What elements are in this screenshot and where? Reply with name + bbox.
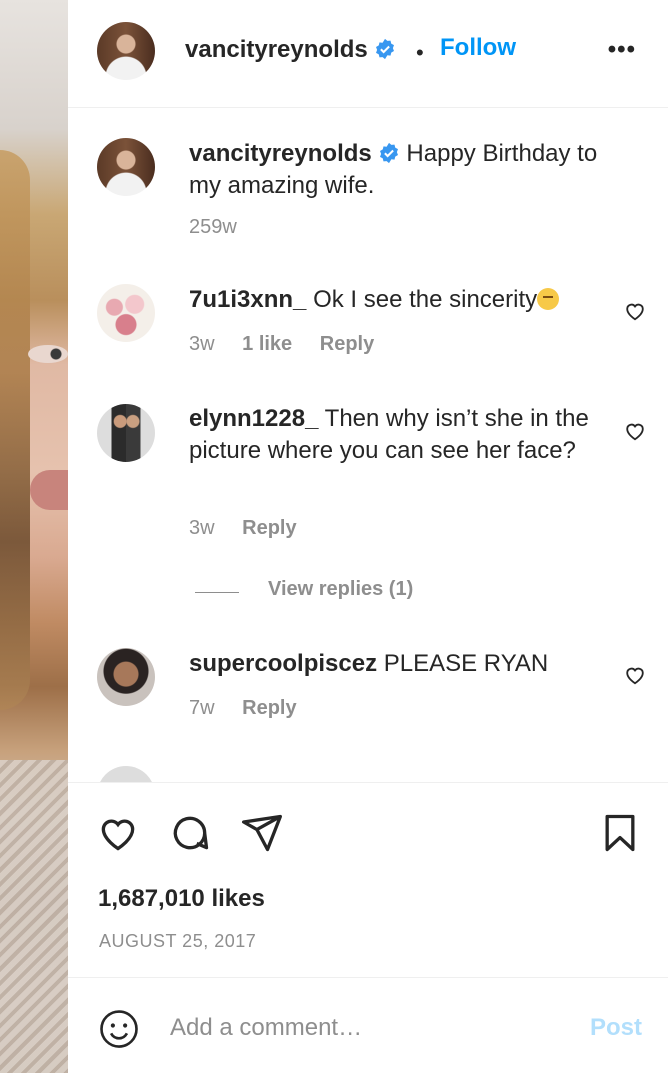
comment-text: elynn1228_ Then why isn’t she in the pic… — [189, 403, 609, 467]
header-separator: • — [416, 40, 424, 65]
post-image[interactable] — [0, 0, 68, 1073]
comment-input[interactable] — [170, 1008, 570, 1048]
post-date[interactable]: AUGUST 25, 2017 — [99, 931, 256, 952]
author-avatar[interactable] — [97, 22, 155, 80]
comment-time[interactable]: 3w — [189, 333, 215, 355]
comment-avatar[interactable] — [97, 766, 155, 782]
comment-username[interactable]: 7u1i3xnn_ — [189, 286, 306, 313]
comment-time[interactable]: 3w — [189, 517, 215, 539]
image-hair — [0, 150, 30, 710]
share-icon[interactable] — [240, 811, 284, 855]
comment-body: PLEASE RYAN — [383, 650, 549, 677]
comment-text: supercoolpiscez PLEASE RYAN — [189, 648, 609, 680]
comment-reply-button[interactable]: Reply — [242, 517, 296, 539]
comment-meta: 3w Reply — [189, 517, 319, 540]
emoji-icon[interactable] — [98, 1008, 140, 1050]
bookmark-icon[interactable] — [598, 811, 642, 855]
caption-text: vancityreynolds Happy Birthday to my ama… — [189, 138, 609, 202]
verified-badge-icon — [375, 38, 394, 60]
verified-badge-icon — [379, 142, 398, 164]
comment-avatar[interactable] — [97, 404, 155, 462]
post-actions: 1,687,010 likes AUGUST 25, 2017 — [68, 782, 668, 978]
caption-time[interactable]: 259w — [189, 216, 237, 238]
heart-icon[interactable] — [96, 811, 140, 855]
image-dress — [0, 760, 68, 1073]
comment-username[interactable]: supercoolpiscez — [189, 650, 377, 677]
author-username[interactable]: vancityreynolds — [185, 36, 396, 64]
comment-avatar[interactable] — [97, 284, 155, 342]
view-replies-button[interactable]: View replies (1) — [195, 578, 413, 601]
caption-avatar[interactable] — [97, 138, 155, 196]
image-eye — [28, 345, 68, 363]
more-options-icon[interactable]: ••• — [608, 36, 636, 64]
post-button[interactable]: Post — [590, 1014, 642, 1042]
comment-username[interactable]: elynn1228_ — [189, 405, 318, 432]
comment-text: 7u1i3xnn_ Ok I see the sincerity — [189, 284, 609, 316]
comment-reply-button[interactable]: Reply — [320, 333, 374, 355]
follow-button[interactable]: Follow — [440, 34, 516, 62]
comment-likes-count[interactable]: 1 like — [242, 333, 292, 355]
comment-like-heart-icon[interactable] — [624, 664, 646, 686]
image-lips — [30, 470, 68, 510]
comment-like-heart-icon[interactable] — [624, 300, 646, 322]
post-sidebar: vancityreynolds • Follow ••• vancityreyn… — [68, 0, 668, 1073]
comment-composer: Post — [68, 978, 668, 1073]
raised-eyebrow-emoji-icon — [537, 288, 560, 310]
comment-partial — [68, 762, 668, 782]
comment-body: Ok I see the sincerity — [313, 286, 538, 313]
comment-reply-button[interactable]: Reply — [242, 697, 296, 719]
likes-count[interactable]: 1,687,010 likes — [98, 885, 265, 913]
comment-avatar[interactable] — [97, 648, 155, 706]
comment-time[interactable]: 7w — [189, 697, 215, 719]
comment-like-heart-icon[interactable] — [624, 420, 646, 442]
caption-username[interactable]: vancityreynolds — [189, 140, 372, 167]
post-header: vancityreynolds • Follow ••• — [68, 0, 668, 108]
comment-icon[interactable] — [168, 811, 212, 855]
comment-meta: 3w 1 like Reply — [189, 333, 396, 356]
caption-meta: 259w — [189, 216, 259, 239]
comment-meta: 7w Reply — [189, 697, 319, 720]
